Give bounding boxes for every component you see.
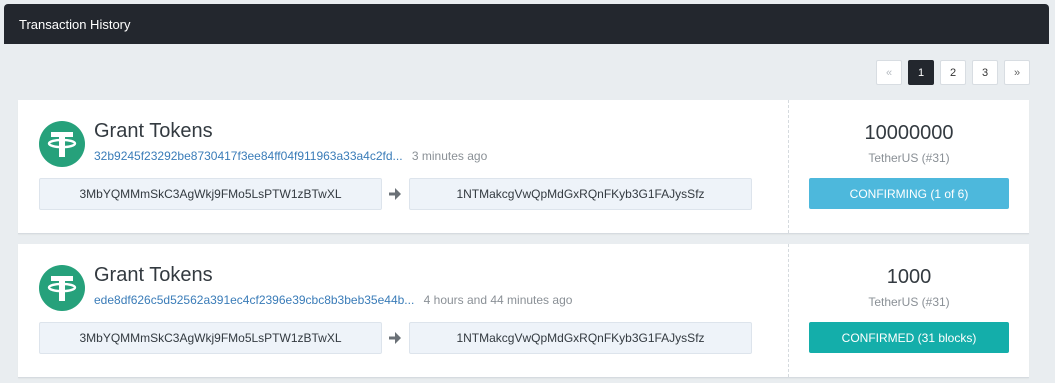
panel-header: Transaction History	[4, 4, 1049, 44]
panel-title: Transaction History	[19, 16, 131, 32]
tether-icon	[39, 121, 85, 167]
pagination-page-3[interactable]: 3	[972, 60, 998, 85]
transaction-meta: ede8df626c5d52562a391ec4cf2396e39cbc8b3b…	[94, 293, 572, 307]
from-address[interactable]: 3MbYQMMmSkC3AgWkj9FMo5LsPTW1zBTwXL	[39, 178, 382, 210]
pagination: « 1 2 3 »	[876, 60, 1030, 85]
transaction-meta: 32b9245f23292be8730417f3ee84ff04f911963a…	[94, 149, 487, 163]
transaction-card: Grant Tokens ede8df626c5d52562a391ec4cf2…	[18, 244, 1029, 378]
transaction-time: 3 minutes ago	[411, 149, 488, 163]
transaction-time: 4 hours and 44 minutes ago	[423, 293, 573, 307]
transaction-hash-link[interactable]: 32b9245f23292be8730417f3ee84ff04f911963a…	[94, 149, 403, 163]
transaction-summary: 10000000 TetherUS (#31) CONFIRMING (1 of…	[789, 100, 1029, 233]
transaction-hash-link[interactable]: ede8df626c5d52562a391ec4cf2396e39cbc8b3b…	[94, 293, 414, 307]
transaction-summary: 1000 TetherUS (#31) CONFIRMED (31 blocks…	[789, 244, 1029, 377]
transaction-card: Grant Tokens 32b9245f23292be8730417f3ee8…	[18, 100, 1029, 234]
to-address[interactable]: 1NTMakcgVwQpMdGxRQnFKyb3G1FAJysSfz	[409, 178, 752, 210]
transaction-details: Grant Tokens 32b9245f23292be8730417f3ee8…	[18, 100, 788, 233]
transaction-history-panel: Transaction History « 1 2 3 » Grant Toke…	[4, 4, 1049, 383]
arrow-right-icon	[389, 188, 401, 200]
pagination-next-button[interactable]: »	[1004, 60, 1030, 85]
tether-icon	[39, 265, 85, 311]
arrow-right-icon	[389, 332, 401, 344]
transaction-amount: 1000	[886, 266, 932, 288]
transaction-details: Grant Tokens ede8df626c5d52562a391ec4cf2…	[18, 244, 788, 377]
pagination-prev-button[interactable]: «	[876, 60, 902, 85]
transaction-amount: 10000000	[864, 122, 954, 144]
pagination-page-2[interactable]: 2	[940, 60, 966, 85]
transaction-currency: TetherUS (#31)	[868, 295, 950, 309]
from-address[interactable]: 3MbYQMMmSkC3AgWkj9FMo5LsPTW1zBTwXL	[39, 322, 382, 354]
status-badge[interactable]: CONFIRMED (31 blocks)	[809, 322, 1009, 353]
transaction-title: Grant Tokens	[94, 264, 213, 286]
to-address[interactable]: 1NTMakcgVwQpMdGxRQnFKyb3G1FAJysSfz	[409, 322, 752, 354]
status-badge[interactable]: CONFIRMING (1 of 6)	[809, 178, 1009, 209]
transaction-currency: TetherUS (#31)	[868, 151, 950, 165]
pagination-page-1[interactable]: 1	[908, 60, 934, 85]
transaction-title: Grant Tokens	[94, 120, 213, 142]
